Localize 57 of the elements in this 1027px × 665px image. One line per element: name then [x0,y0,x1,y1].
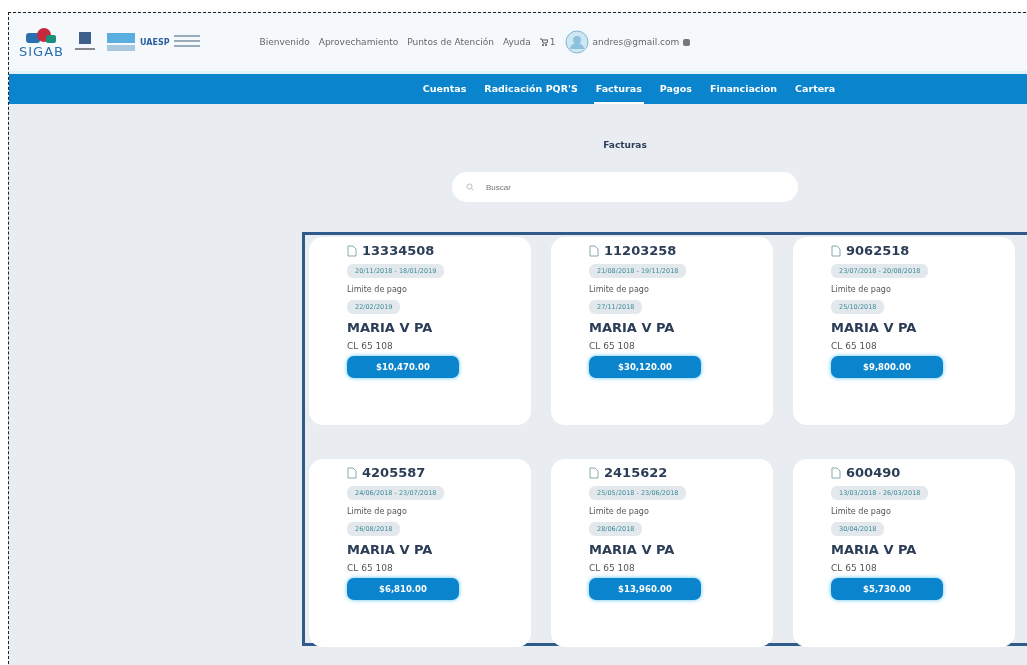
header-link[interactable]: Ayuda [503,37,531,47]
invoice-number: 9062518 [846,243,910,258]
amount-button[interactable]: $9,800.00 [831,356,943,378]
due-label: Limite de pago [831,285,891,294]
invoice-number: 11203258 [604,243,677,258]
due-label: Limite de pago [347,285,407,294]
address: CL 65 108 [831,563,877,573]
user-email[interactable]: andres@gmail.com [592,37,680,47]
nav-tab[interactable]: Facturas [593,74,644,104]
address: CL 65 108 [589,563,635,573]
invoice-number: 2415622 [604,465,668,480]
customer-name: MARIA V PA [589,542,675,557]
address: CL 65 108 [347,563,393,573]
customer-name: MARIA V PA [831,542,917,557]
logo-icon [24,26,59,45]
amount-button[interactable]: $30,120.00 [589,356,701,378]
invoice-number: 13334508 [362,243,435,258]
document-icon [589,466,599,479]
header-link[interactable]: Aprovechamiento [318,37,399,47]
nav-tab[interactable]: Cartera [793,74,838,104]
document-icon [831,466,841,479]
document-icon [347,466,357,479]
invoice-number: 4205587 [362,465,426,480]
page-title: Facturas [603,140,647,150]
due-label: Limite de pago [831,507,891,516]
customer-name: MARIA V PA [589,320,675,335]
invoice-number: 600490 [846,465,901,480]
customer-name: MARIA V PA [347,320,433,335]
amount-button[interactable]: $6,810.00 [347,578,459,600]
partner-logo-text: UAESP [140,37,170,47]
nav-tab[interactable]: Radicación PQR'S [482,74,580,104]
customer-name: MARIA V PA [347,542,433,557]
stripes-icon [173,34,200,50]
nav-tab[interactable]: Pagos [657,74,694,104]
cart-count: 1 [549,37,556,47]
due-label: Limite de pago [347,507,407,516]
cart-icon[interactable] [539,38,548,46]
address: CL 65 108 [347,341,393,351]
search-icon [466,183,474,191]
logo-text: SIGAB [19,44,64,58]
address: CL 65 108 [589,341,635,351]
document-icon [347,244,357,257]
partner-logo-icon [106,31,136,53]
nav-tab[interactable]: Cuentas [420,74,469,104]
due-label: Limite de pago [589,285,649,294]
due-label: Limite de pago [589,507,649,516]
header-link[interactable]: Puntos de Atención [407,37,494,47]
amount-button[interactable]: $5,730.00 [831,578,943,600]
search-field[interactable]: Buscar [452,172,798,202]
document-icon [589,244,599,257]
nav-tab[interactable]: Financiacion [707,74,780,104]
header-link[interactable]: Bienvenido [259,37,310,47]
amount-button[interactable]: $10,470.00 [347,356,459,378]
address: CL 65 108 [831,341,877,351]
customer-name: MARIA V PA [831,320,917,335]
amount-button[interactable]: $13,960.00 [589,578,701,600]
document-icon [831,244,841,257]
